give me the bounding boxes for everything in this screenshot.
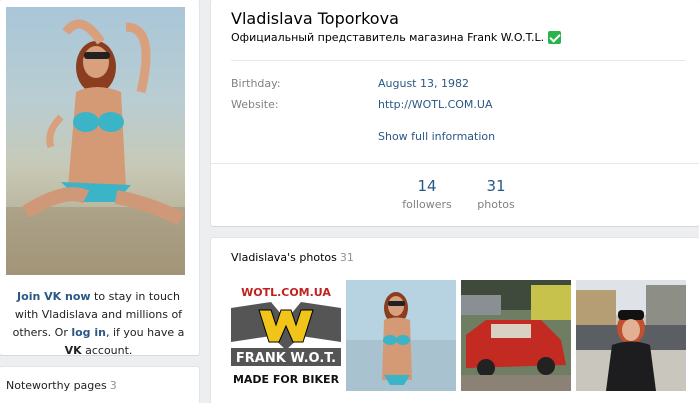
profile-avatar-card: Join VK now to stay in touch with Vladis… [0,0,199,357]
check-icon [548,31,562,44]
photos-header[interactable]: Vladislava's photos 31 [231,251,354,264]
join-text-part-2: , if you have a [106,326,185,339]
photos-label: photos [477,198,515,211]
page-title: Vladislava Toporkova [231,9,399,28]
show-full-information-link[interactable]: Show full information [378,130,495,143]
counters-bar: 14 followers 31 photos [211,163,699,226]
noteworthy-title: Noteworthy pages [6,379,107,392]
log-in-link[interactable]: log in [71,326,106,339]
profile-info-card: Vladislava Toporkova Официальный предста… [211,0,699,226]
noteworthy-count: 3 [109,379,117,392]
followers-label: followers [402,198,452,211]
noteworthy-pages-header[interactable]: Noteworthy pages 3 [6,379,117,392]
followers-counter[interactable]: 14 followers [392,177,462,211]
divider [231,60,686,61]
photos-card: Vladislava's photos 31 WOTL.COM.UA FRANK … [211,238,699,403]
photo-thumb-street[interactable] [576,280,686,391]
logo-text-mid: FRANK W.O.T. [236,351,336,366]
profile-status: Официальный представитель магазина Frank… [231,31,562,44]
photos-count: 31 [339,251,354,264]
photos-title: Vladislava's photos [231,251,337,264]
noteworthy-pages-card[interactable]: Noteworthy pages 3 [0,367,199,403]
join-vk-link[interactable]: Join VK now [17,290,91,303]
photos-counter[interactable]: 31 photos [461,177,531,211]
photos-count-number: 31 [486,177,506,195]
logo-text-bottom: MADE FOR BIKER [233,373,340,386]
photo-thumb-beach[interactable] [346,280,456,391]
photo-thumb-logo[interactable]: WOTL.COM.UA FRANK W.O.T. MADE FOR BIKER [231,280,341,391]
photo-thumb-car[interactable] [461,280,571,391]
avatar[interactable] [6,7,185,275]
website-link[interactable]: http://WOTL.COM.UA [378,98,492,111]
logo-text-top: WOTL.COM.UA [241,286,331,299]
join-text-part-3: account. [81,344,133,357]
vk-word: VK [64,344,82,357]
birthday-label: Birthday: [231,77,281,90]
status-text: Официальный представитель магазина Frank… [231,31,545,44]
join-prompt: Join VK now to stay in touch with Vladis… [4,288,193,360]
birthday-value[interactable]: August 13, 1982 [378,77,469,90]
followers-count: 14 [417,177,437,195]
website-label: Website: [231,98,279,111]
